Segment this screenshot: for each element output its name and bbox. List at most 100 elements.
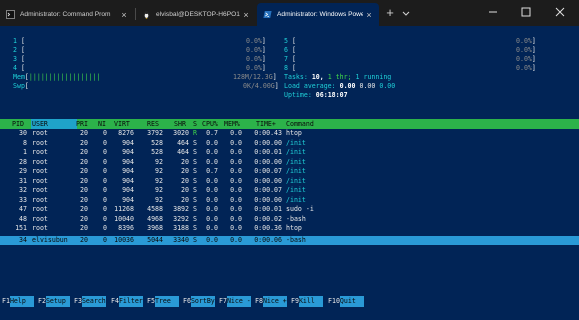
cell-s: S bbox=[193, 138, 197, 147]
fkey-help[interactable]: F1Help bbox=[2, 296, 34, 307]
tab-powershell[interactable]: Administrator: Windows Powe × bbox=[257, 3, 379, 26]
fkey-label: Kill bbox=[298, 296, 323, 307]
table-row[interactable]: 31 root 20 0 904 92 20 S 0.0 0.0 0:00.00/init bbox=[0, 177, 579, 186]
col-command[interactable]: Command bbox=[286, 119, 314, 129]
cell-pid: 47 bbox=[19, 205, 27, 213]
cell-user: elvisubun bbox=[32, 235, 68, 244]
col-time[interactable]: TIME+ bbox=[256, 119, 276, 129]
fkey-quit[interactable]: F10Quit bbox=[328, 296, 364, 307]
tab-dropdown-chevron-icon[interactable] bbox=[400, 5, 412, 21]
new-tab-button[interactable]: + bbox=[383, 5, 397, 21]
cell-pri: 20 bbox=[80, 176, 88, 185]
cell-pri: 20 bbox=[80, 186, 88, 194]
table-row[interactable]: 151 root 20 0 8396 3968 3188 S 0.0 0.0 0:00.36 htop bbox=[0, 224, 579, 233]
fkey-search[interactable]: F3Search bbox=[74, 296, 106, 307]
cell-res: 4588 bbox=[147, 205, 163, 213]
fkey-label: Help bbox=[9, 296, 34, 307]
fkey-label: Nice + bbox=[262, 296, 287, 307]
table-row[interactable]: 48 root 20 0 10040 4968 3292 S 0.0 0.0 0:00.02 -bas… bbox=[0, 215, 579, 224]
cell-res: 528 bbox=[151, 138, 163, 147]
close-window-icon[interactable] bbox=[553, 4, 567, 18]
cell-time: 0:00.07 bbox=[254, 186, 282, 194]
cell-mem: 0.0 bbox=[230, 205, 242, 213]
fkey-filter[interactable]: F4Filter bbox=[111, 296, 143, 307]
table-row[interactable]: 47 root 20 0 11268 4588 3892 S 0.0 0.0 0:00.01 sudo… bbox=[0, 205, 579, 214]
close-icon[interactable]: × bbox=[240, 10, 252, 20]
tab-bar: Administrator: Command Prom × elvisbal@D… bbox=[0, 0, 579, 26]
cell-cpu: 0.0 bbox=[206, 205, 218, 213]
cell-shr: 3892 bbox=[173, 205, 189, 213]
cell-mem: 0.0 bbox=[230, 195, 242, 204]
table-row[interactable]: 33 root 20 0 904 92 20 S 0.0 0.0 0:00.00/init bbox=[0, 196, 579, 205]
tab-wsl-ubuntu[interactable]: elvisbal@DESKTOP-H6PO1TF: ~ × bbox=[136, 3, 256, 26]
cell-mem: 0.0 bbox=[230, 148, 242, 156]
fkey-nice[interactable]: F8Nice + bbox=[255, 296, 287, 307]
cell-pri: 20 bbox=[80, 224, 88, 232]
linux-penguin-icon bbox=[142, 10, 151, 19]
cell-ni: 0 bbox=[103, 157, 107, 166]
cell-ni: 0 bbox=[103, 195, 107, 204]
load-average: Load average: 0.00 0.00 0.00 bbox=[284, 82, 396, 90]
col-res[interactable]: RES bbox=[147, 119, 159, 129]
cell-mem: 0.0 bbox=[230, 157, 242, 166]
cpu-meter-value: 0.0%] bbox=[516, 37, 536, 45]
fkey-tree[interactable]: F5Tree bbox=[147, 296, 179, 307]
cell-shr: 20 bbox=[181, 195, 189, 204]
table-row[interactable]: 28 root 20 0 904 92 20 S 0.0 0.0 0:00.00/init bbox=[0, 158, 579, 167]
fkey-nice[interactable]: F7Nice - bbox=[219, 296, 251, 307]
cell-user: root bbox=[32, 214, 48, 223]
col-shr[interactable]: SHR bbox=[174, 119, 186, 129]
cell-pri: 20 bbox=[80, 138, 88, 147]
col-pid[interactable]: PID bbox=[12, 119, 24, 129]
cell-virt: 904 bbox=[122, 186, 134, 194]
table-row-selected[interactable]: 34 elvisubun 20 0 10036 5044 3340 S 0.0 0.0 0:00.0… bbox=[0, 235, 579, 245]
table-row[interactable]: 1 root 20 0 904 528 464 S 0.0 0.0 0:00.01/init bbox=[0, 148, 579, 157]
cell-cmd: /init bbox=[286, 157, 306, 166]
cpu-meter-value: 0.0%] bbox=[516, 64, 536, 72]
cell-pri: 20 bbox=[80, 148, 88, 156]
cpu-meter-value: 0.0%] bbox=[246, 37, 266, 45]
table-row[interactable]: 32 root 20 0 904 92 20 S 0.0 0.0 0:00.07/init bbox=[0, 186, 579, 195]
cell-cpu: 0.0 bbox=[206, 214, 218, 223]
cell-pid: 28 bbox=[19, 157, 27, 166]
cpu-meter-value: 0.0%] bbox=[246, 64, 266, 72]
cell-time: 0:00.01 bbox=[254, 205, 282, 213]
cell-cmd: -bash bbox=[286, 235, 306, 244]
col-pri[interactable]: PRI bbox=[76, 119, 88, 129]
tab-label: Administrator: Command Prom bbox=[20, 11, 111, 18]
cell-cpu: 0.0 bbox=[206, 138, 218, 147]
cell-mem: 0.0 bbox=[230, 167, 242, 175]
cell-time: 0:00.00 bbox=[254, 138, 282, 147]
col-virt[interactable]: VIRT bbox=[114, 119, 130, 129]
cell-time: 0:00.06 bbox=[254, 235, 282, 244]
cell-shr: 3340 bbox=[173, 235, 189, 244]
fkey-sortby[interactable]: F6SortBy bbox=[183, 296, 215, 307]
cell-user: root bbox=[32, 138, 48, 147]
cell-user: root bbox=[32, 167, 48, 175]
fkey-label: Quit bbox=[339, 296, 364, 307]
fkey-key: F2 bbox=[38, 297, 46, 305]
fkey-setup[interactable]: F2Setup bbox=[38, 296, 70, 307]
cell-s: S bbox=[193, 235, 197, 244]
cpu-meter-value: 0.0%] bbox=[246, 55, 266, 63]
cell-mem: 0.0 bbox=[230, 235, 242, 244]
tab-command-prompt[interactable]: Administrator: Command Prom × bbox=[0, 3, 134, 26]
col-ni[interactable]: NI bbox=[98, 119, 106, 129]
fkey-kill[interactable]: F9Kill bbox=[291, 296, 323, 307]
cell-time: 0:00.00 bbox=[254, 195, 282, 204]
col-user[interactable]: USER bbox=[32, 119, 48, 129]
table-row[interactable]: 29 root 20 0 904 92 20 S 0.7 0.0 0:00.07/init bbox=[0, 167, 579, 176]
close-icon[interactable]: × bbox=[118, 10, 130, 20]
col-cpu[interactable]: CPU% bbox=[202, 119, 218, 129]
maximize-icon[interactable] bbox=[519, 4, 533, 18]
minimize-icon[interactable] bbox=[486, 4, 500, 18]
cell-cmd: htop bbox=[286, 129, 302, 137]
cell-pid: 1 bbox=[23, 148, 27, 156]
swap-meter: Swp[ bbox=[13, 82, 29, 90]
col-mem[interactable]: MEM% bbox=[224, 119, 240, 129]
col-state[interactable]: S bbox=[193, 119, 197, 129]
cell-shr: 20 bbox=[181, 186, 189, 194]
table-row[interactable]: 8 root 20 0 904 528 464 S 0.0 0.0 0:00.00/init bbox=[0, 139, 579, 148]
close-icon[interactable]: × bbox=[363, 10, 375, 20]
table-row[interactable]: 30 root 20 0 8276 3792 3020 R 0.7 0.0 0:00.43 htop bbox=[0, 129, 579, 138]
